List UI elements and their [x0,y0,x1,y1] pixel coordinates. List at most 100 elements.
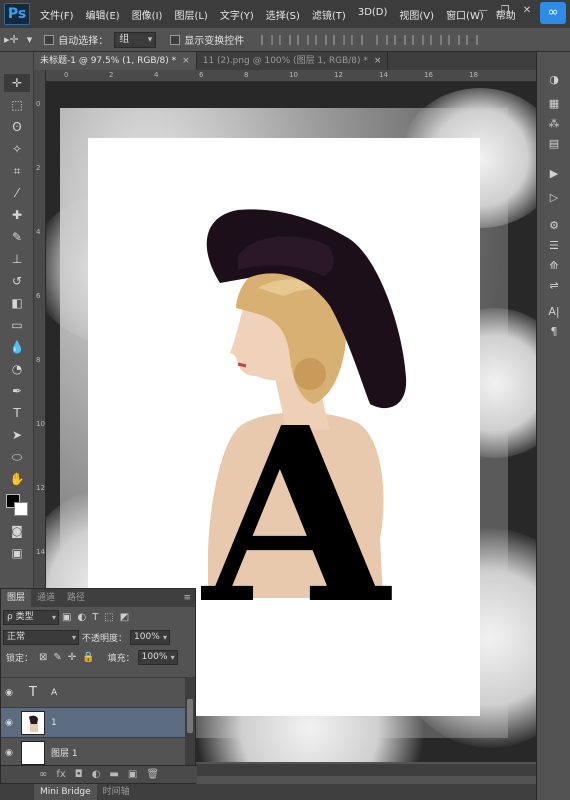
lock-all-icon[interactable]: 🔒 [82,652,94,663]
adjustment-icon[interactable]: ◐ [92,769,101,780]
play-icon[interactable]: ▷ [543,190,565,206]
close-icon[interactable]: × [374,56,382,66]
menu-item-3[interactable]: 图层(L) [168,7,213,22]
magic-wand-tool-icon[interactable]: ✧ [4,140,30,158]
menu-item-8[interactable]: 视图(V) [393,7,440,22]
move-tool-icon[interactable]: ✛ [4,74,30,92]
filter-adjustment-icon[interactable]: ◐ [77,612,86,623]
distribute-left-icon[interactable] [430,34,443,45]
tab-paths[interactable]: 路径 [61,589,91,607]
eyedropper-tool-icon[interactable]: ⁄ [4,184,30,202]
menu-item-7[interactable]: 3D(D) [352,7,394,22]
visibility-eye-icon[interactable]: ◉ [1,748,17,758]
styles-panel-icon[interactable]: ▤ [543,136,565,152]
tab-untitled[interactable]: 未标题-1 @ 97.5% (1, RGB/8) * × [34,52,197,70]
align-left-icon[interactable] [315,34,328,45]
filter-shape-icon[interactable]: ⬚ [104,612,113,623]
dodge-tool-icon[interactable]: ◔ [4,360,30,378]
distribute-bottom-icon[interactable] [412,34,425,45]
swatches-panel-icon[interactable]: ⁂ [543,116,565,132]
color-panel-icon[interactable]: ◑ [543,72,565,88]
minimize-button[interactable]: — [474,4,492,18]
distribute-top-icon[interactable] [376,34,389,45]
align-vcenter-icon[interactable] [279,34,292,45]
visibility-eye-icon[interactable]: ◉ [1,688,17,698]
lasso-tool-icon[interactable]: ʘ [4,118,30,136]
eraser-tool-icon[interactable]: ◧ [4,294,30,312]
folder-icon[interactable]: ▬ [109,769,118,780]
marquee-tool-icon[interactable]: ⬚ [4,96,30,114]
healing-brush-tool-icon[interactable]: ✚ [4,206,30,224]
pen-tool-icon[interactable]: ✒ [4,382,30,400]
menu-item-1[interactable]: 编辑(E) [80,7,126,22]
layer-row-a[interactable]: ◉ T A [1,677,185,707]
quick-mask-icon[interactable]: ◙ [4,522,30,540]
menu-item-5[interactable]: 选择(S) [260,7,306,22]
align-bottom-icon[interactable] [297,34,310,45]
align-hcenter-icon[interactable] [333,34,346,45]
mask-icon[interactable]: ◘ [75,769,83,780]
levels-panel-icon[interactable]: ⇌ [543,278,565,294]
new-layer-icon[interactable]: ▣ [128,769,137,780]
menu-item-6[interactable]: 滤镜(T) [306,7,352,22]
adjustments-panel-icon[interactable]: ⚙ [543,218,565,234]
lock-transparent-icon[interactable]: ⊠ [39,652,47,663]
tool-preset-dropdown[interactable]: ▾ [23,33,37,46]
path-selection-tool-icon[interactable]: ➤ [4,426,30,444]
trash-icon[interactable]: 🗑 [146,769,159,780]
layers-scrollbar[interactable] [185,677,195,767]
character-panel-icon[interactable]: A| [543,304,565,320]
background-color-swatch[interactable] [14,502,28,516]
blend-mode-dropdown[interactable]: 正常 [3,629,79,645]
crop-tool-icon[interactable]: ⌗ [4,162,30,180]
show-transform-checkbox[interactable] [170,34,181,45]
history-brush-tool-icon[interactable]: ↺ [4,272,30,290]
clone-stamp-tool-icon[interactable]: ⊥ [4,250,30,268]
panel-menu-icon[interactable]: ≡ [183,593,191,603]
align-right-icon[interactable] [351,34,364,45]
auto-select-checkbox[interactable] [44,34,55,45]
menu-item-0[interactable]: 文件(F) [34,7,80,22]
shape-tool-icon[interactable]: ⬭ [4,448,30,466]
blur-tool-icon[interactable]: 💧 [4,338,30,356]
link-icon[interactable]: ∞ [39,769,47,780]
move-tool-icon[interactable]: ▸✛ [0,33,23,46]
menu-item-4[interactable]: 文字(Y) [214,7,260,22]
actions-panel-icon[interactable]: ▶ [543,166,565,182]
distribute-vcenter-icon[interactable] [394,34,407,45]
horizontal-scrollbar[interactable] [196,764,536,776]
close-button[interactable]: ✕ [518,4,536,18]
layer-row-layer1[interactable]: ◉ 图层 1 [1,737,185,767]
opacity-input[interactable]: 100% [130,629,171,645]
gradient-tool-icon[interactable]: ▭ [4,316,30,334]
align-top-icon[interactable] [261,34,274,45]
layer-row-1[interactable]: ◉ 1 [1,707,185,737]
properties-panel-icon[interactable]: ☰ [543,238,565,254]
hand-tool-icon[interactable]: ✋ [4,470,30,488]
menu-item-2[interactable]: 图像(I) [126,7,169,22]
brush-tool-icon[interactable]: ✎ [4,228,30,246]
lock-image-icon[interactable]: ✎ [53,652,61,663]
visibility-eye-icon[interactable]: ◉ [1,718,17,728]
cloud-icon[interactable]: ∞ [540,2,566,24]
fx-icon[interactable]: fx [56,769,65,780]
layer-filter-dropdown[interactable]: ρ 类型 [3,609,59,625]
distribute-hcenter-icon[interactable] [448,34,461,45]
distribute-right-icon[interactable] [466,34,479,45]
tab-timeline[interactable]: 时间轴 [97,784,136,800]
tab-channels[interactable]: 通道 [31,589,61,607]
fill-input[interactable]: 100% [137,649,178,665]
history-panel-icon[interactable]: ▦ [543,96,565,112]
auto-select-dropdown[interactable]: 组 [114,31,157,48]
filter-type-icon[interactable]: T [92,612,98,623]
close-icon[interactable]: × [182,56,190,66]
lock-position-icon[interactable]: ✛ [68,652,76,663]
tab-11-png[interactable]: 11 (2).png @ 100% (图层 1, RGB/8) * × [197,52,389,70]
tab-layers[interactable]: 图层 [1,589,32,607]
tab-mini-bridge[interactable]: Mini Bridge [34,784,97,800]
paragraph-panel-icon[interactable]: ¶ [543,324,565,340]
type-tool-icon[interactable]: T [4,404,30,422]
restore-button[interactable]: ❐ [496,4,514,18]
filter-pixel-icon[interactable]: ▣ [62,612,71,623]
filter-smart-object-icon[interactable]: ◩ [120,612,129,623]
